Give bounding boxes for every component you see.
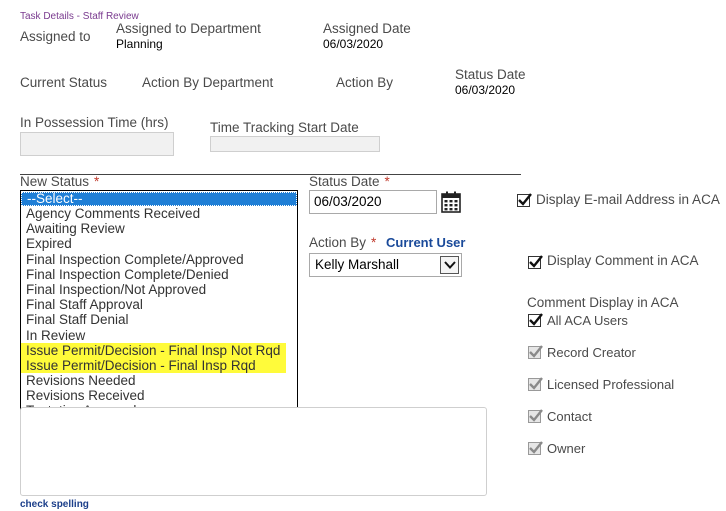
comment-display-label: Comment Display in ACA <box>527 295 679 310</box>
status-option[interactable]: Final Inspection Complete/Approved <box>21 252 297 267</box>
action-by-dept-label: Action By Department <box>142 75 274 90</box>
status-option[interactable]: Revisions Needed <box>21 373 297 388</box>
status-option[interactable]: Agency Comments Received <box>21 206 297 221</box>
form-status-date-label: Status Date * <box>309 174 390 189</box>
assigned-date-value: 06/03/2020 <box>323 37 384 51</box>
licensed-professional-checkbox[interactable] <box>528 377 543 391</box>
status-option[interactable]: Revisions Received <box>21 388 297 403</box>
status-date-input[interactable]: 06/03/2020 <box>309 190 437 214</box>
owner-checkbox[interactable] <box>528 441 543 455</box>
status-option[interactable]: Issue Permit/Decision - Final Insp Not R… <box>21 342 286 358</box>
time-tracking-field <box>210 136 380 152</box>
action-by-select[interactable]: Kelly Marshall <box>309 253 462 277</box>
all-aca-users-checkbox[interactable] <box>528 313 543 327</box>
display-email-checkbox[interactable] <box>517 193 532 207</box>
licensed-professional-label: Licensed Professional <box>547 377 675 392</box>
possession-time-label: In Possession Time (hrs) <box>20 115 169 130</box>
status-option[interactable]: Awaiting Review <box>21 221 297 236</box>
status-option[interactable]: Final Staff Denial <box>21 312 297 327</box>
assigned-date-label: Assigned Date <box>323 21 411 36</box>
assigned-dept-value: Planning <box>116 37 163 51</box>
possession-time-field <box>20 132 174 156</box>
new-status-label: New Status * <box>20 174 100 189</box>
status-date-label: Status Date <box>455 67 526 82</box>
owner-label: Owner <box>547 441 586 456</box>
status-option[interactable]: Final Staff Approval <box>21 297 297 312</box>
record-creator-checkbox[interactable] <box>528 345 543 359</box>
status-option[interactable]: --Select-- <box>21 192 297 206</box>
time-tracking-label: Time Tracking Start Date <box>210 120 359 135</box>
assigned-to-label: Assigned to <box>20 29 91 44</box>
form-action-by-label: Action By * <box>309 235 377 250</box>
contact-checkbox[interactable] <box>528 409 543 423</box>
status-option[interactable]: Final Inspection/Not Approved <box>21 282 297 297</box>
comment-textarea[interactable] <box>20 407 487 496</box>
action-by-label: Action By <box>336 75 394 90</box>
check-spelling-link[interactable]: check spelling <box>20 499 89 510</box>
current-user-link[interactable]: Current User <box>386 235 465 250</box>
chevron-down-icon[interactable] <box>440 256 459 274</box>
status-option[interactable]: Issue Permit/Decision - Final Insp Rqd <box>21 357 286 374</box>
status-date-value: 06/03/2020 <box>455 83 516 97</box>
contact-label: Contact <box>547 409 592 424</box>
status-option[interactable]: Final Inspection Complete/Denied <box>21 267 297 282</box>
status-option[interactable]: Expired <box>21 236 297 251</box>
action-by-select-value: Kelly Marshall <box>315 257 400 272</box>
record-creator-label: Record Creator <box>547 345 636 360</box>
all-aca-users-label: All ACA Users <box>547 313 628 328</box>
current-status-label: Current Status <box>20 75 108 90</box>
calendar-icon[interactable] <box>441 191 461 213</box>
assigned-dept-label: Assigned to Department <box>116 21 261 36</box>
display-email-label: Display E-mail Address in ACA <box>536 192 720 207</box>
status-option[interactable]: In Review <box>21 328 297 343</box>
display-comment-label: Display Comment in ACA <box>547 253 699 268</box>
display-comment-checkbox[interactable] <box>528 255 543 269</box>
